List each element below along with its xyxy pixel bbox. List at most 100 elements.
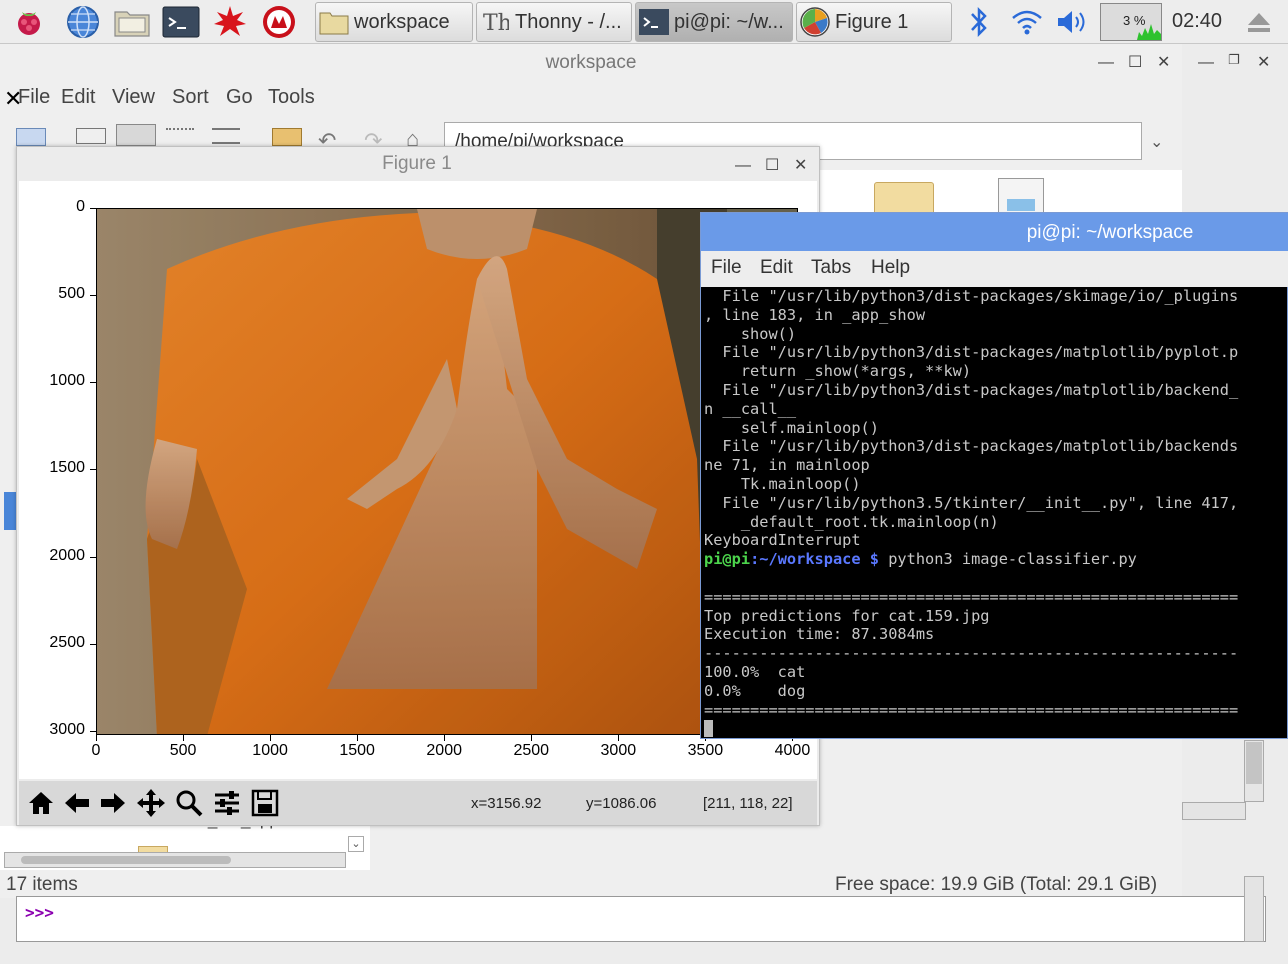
- thonny-icon: Th: [477, 4, 513, 40]
- minimize-icon[interactable]: —: [1198, 54, 1214, 72]
- horizontal-scrollbar[interactable]: [1182, 802, 1246, 820]
- python-shell[interactable]: >>>: [16, 896, 1266, 942]
- close-icon[interactable]: ✕: [794, 155, 807, 175]
- image-axes[interactable]: [96, 208, 798, 735]
- close-icon[interactable]: ✕: [1157, 52, 1170, 72]
- terminal-output[interactable]: File "/usr/lib/python3/dist-packages/ski…: [704, 287, 1288, 739]
- task-terminal[interactable]: pi@pi: ~/w...: [635, 2, 793, 42]
- cursor-line: [704, 719, 1288, 738]
- terminal-prompt-line: pi@pi:~/workspace $ python3 image-classi…: [704, 550, 1288, 569]
- restore-icon[interactable]: ❐: [1228, 52, 1240, 68]
- task-workspace[interactable]: workspace: [315, 2, 473, 42]
- task-figure[interactable]: Figure 1: [796, 2, 952, 42]
- scroll-down-icon[interactable]: ⌄: [348, 836, 364, 852]
- terminal-line: , line 183, in _app_show: [704, 305, 926, 324]
- y-tick-label: 0: [76, 198, 85, 215]
- maximize-icon[interactable]: ☐: [765, 155, 779, 175]
- forward-arrow-icon[interactable]: [97, 787, 129, 819]
- x-tick-mark: [183, 735, 185, 741]
- text-cursor: [704, 720, 713, 738]
- terminal-line: File "/usr/lib/python3/dist-packages/mat…: [704, 437, 1239, 456]
- x-tick-label: 2000: [426, 742, 462, 759]
- prediction-row: 100.0% cat: [704, 662, 806, 681]
- scrollbar-thumb[interactable]: [21, 856, 231, 864]
- terminal-launcher-icon[interactable]: [162, 3, 200, 41]
- menu-view[interactable]: View: [112, 86, 155, 109]
- bluetooth-icon[interactable]: [960, 3, 998, 41]
- x-tick-mark: [96, 735, 97, 741]
- shell-prompt: >>>: [25, 903, 54, 922]
- terminal-icon: [636, 4, 672, 40]
- web-browser-icon[interactable]: [64, 3, 102, 41]
- plot-canvas[interactable]: 0 500 1000 1500 2000 2500 3000 0 500 1000 1500 200…: [19, 181, 817, 779]
- new-window-icon[interactable]: [16, 128, 46, 146]
- terminal-line: show(): [704, 324, 797, 343]
- execution-time: Execution time: 87.3084ms: [704, 625, 935, 644]
- list-view-icon[interactable]: [212, 128, 240, 144]
- terminal-menubar: File Edit Tabs Help: [701, 251, 1288, 287]
- terminal-line: File "/usr/lib/python3.5/tkinter/__init_…: [704, 493, 1239, 512]
- terminal-line: _default_root.tk.mainloop(n): [704, 512, 999, 531]
- y-tick-label: 3000: [49, 720, 85, 738]
- thumbnail-view-icon[interactable]: [116, 124, 156, 146]
- cursor-y-readout: y=1086.06: [586, 795, 657, 812]
- menu-go[interactable]: Go: [226, 86, 253, 109]
- menu-help[interactable]: Help: [871, 257, 910, 279]
- terminal-line: Tk.mainloop(): [704, 474, 861, 493]
- status-free-space: Free space: 19.9 GiB (Total: 29.1 GiB): [835, 874, 1158, 895]
- image-file-icon[interactable]: [998, 178, 1044, 216]
- compact-view-icon[interactable]: [166, 128, 194, 144]
- chevron-down-icon[interactable]: ⌄: [1150, 132, 1163, 152]
- prompt-path: :~/workspace $: [750, 550, 879, 569]
- save-icon[interactable]: [249, 787, 281, 819]
- matplotlib-icon: [797, 4, 833, 40]
- menu-tools[interactable]: Tools: [268, 86, 315, 109]
- menu-sort[interactable]: Sort: [172, 86, 209, 109]
- parent-folder-icon[interactable]: [272, 128, 302, 146]
- task-thonny[interactable]: Th Thonny - /...: [476, 2, 632, 42]
- mathematica-icon[interactable]: [211, 3, 249, 41]
- menu-file[interactable]: File: [18, 86, 50, 109]
- zoom-icon[interactable]: [173, 787, 205, 819]
- separator-line: ========================================…: [704, 700, 1239, 719]
- x-tick-label: 3500: [687, 742, 724, 759]
- task-label: Figure 1: [835, 10, 909, 33]
- dash-separator: ----------------------------------------…: [704, 644, 1239, 663]
- menu-file[interactable]: File: [711, 257, 742, 279]
- x-tick-mark: [618, 735, 620, 741]
- icon-view-icon[interactable]: [76, 128, 106, 144]
- folder-icon[interactable]: [874, 182, 934, 216]
- wolfram-icon[interactable]: [260, 3, 298, 41]
- menu-edit[interactable]: Edit: [760, 257, 793, 279]
- close-icon[interactable]: ✕: [1257, 52, 1270, 72]
- raspberry-menu-icon[interactable]: [10, 3, 48, 41]
- menu-edit[interactable]: Edit: [61, 86, 95, 109]
- scrollbar-thumb[interactable]: [1246, 742, 1262, 784]
- configure-subplots-icon[interactable]: [211, 787, 243, 819]
- back-arrow-icon[interactable]: [61, 787, 93, 819]
- eject-icon[interactable]: [1240, 3, 1278, 41]
- maximize-icon[interactable]: ☐: [1128, 52, 1142, 72]
- menu-tabs[interactable]: Tabs: [811, 257, 851, 279]
- terminal-window[interactable]: pi@pi: ~/workspace File Edit Tabs Help F…: [700, 212, 1288, 739]
- volume-icon[interactable]: [1053, 3, 1091, 41]
- terminal-line: return _show(*args, **kw): [704, 362, 972, 381]
- pan-icon[interactable]: [135, 787, 167, 819]
- y-tick-label: 2000: [49, 546, 85, 564]
- home-icon[interactable]: [25, 787, 57, 819]
- file-manager-icon[interactable]: [113, 3, 151, 41]
- wifi-icon[interactable]: [1008, 3, 1046, 41]
- shell-scrollbar[interactable]: [1244, 876, 1264, 942]
- cpu-monitor[interactable]: 3 %: [1100, 3, 1162, 41]
- x-tick-label: 1000: [252, 742, 288, 759]
- minimize-icon[interactable]: —: [735, 157, 751, 175]
- terminal-line: self.mainloop(): [704, 418, 879, 437]
- y-tick-label: 1500: [49, 459, 85, 477]
- horizontal-scrollbar[interactable]: [4, 852, 346, 868]
- terminal-line: File "/usr/lib/python3/dist-packages/ski…: [704, 287, 1239, 305]
- taskbar: workspace Th Thonny - /... pi@pi: ~/w...…: [0, 0, 1288, 44]
- minimize-icon[interactable]: —: [1098, 54, 1114, 72]
- task-label: Thonny - /...: [515, 10, 622, 33]
- x-tick-label: 1500: [339, 742, 375, 759]
- clock[interactable]: 02:40: [1172, 10, 1222, 33]
